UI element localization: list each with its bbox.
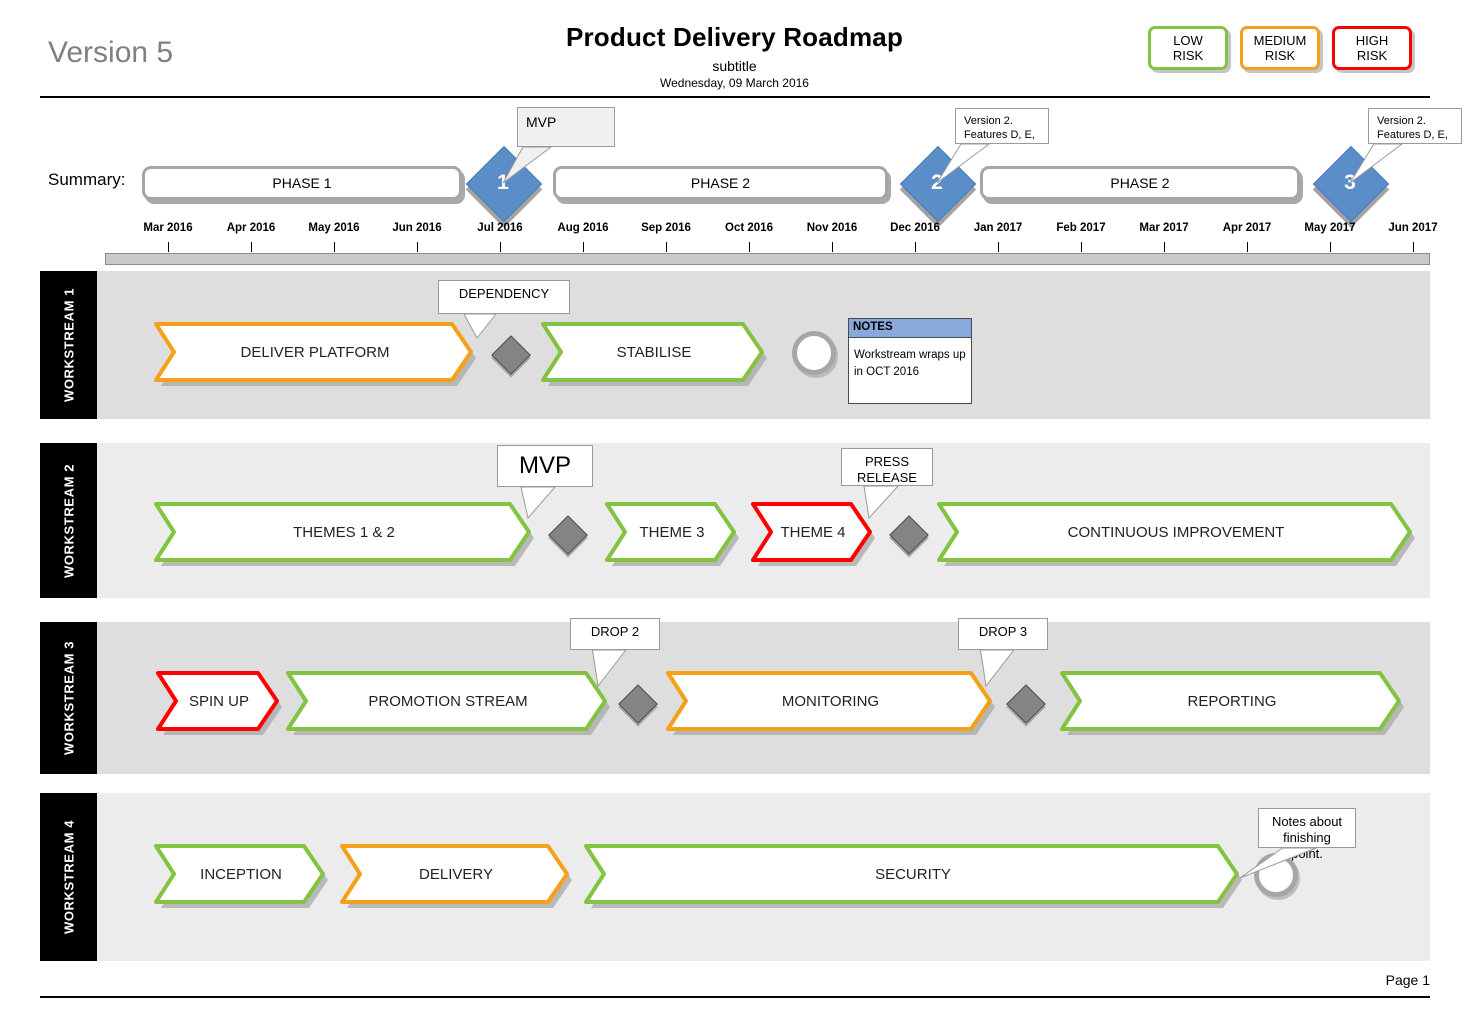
gate-diamond-icon[interactable] [891,517,925,551]
callout-press: PRESSRELEASE [841,448,933,486]
gate-diamond-shape [889,515,929,555]
chevron-shape [158,670,288,740]
chevron-shape [342,843,578,913]
callout-notes-about: Notes aboutfinishing point. [1258,808,1356,848]
callout-dependency: DEPENDENCY [438,280,570,314]
chevron-shape [543,321,773,391]
gate-diamond-shape [491,335,531,375]
chevron-shape [753,501,881,571]
chevron-promotion-stream[interactable]: PROMOTION STREAM [288,670,608,732]
workstream-tab-2[interactable]: WORKSTREAM 2 [40,443,97,598]
callout-drop-3: DROP 3 [958,618,1048,650]
gate-diamond-icon[interactable] [620,686,654,720]
workstream-tab-label: WORKSTREAM 1 [61,288,76,402]
chevron-deliver-platform[interactable]: DELIVER PLATFORM [156,321,474,383]
chevron-themes-1-2[interactable]: THEMES 1 & 2 [156,501,532,563]
chevron-shape [156,501,540,571]
workstream-tab-label: WORKSTREAM 3 [61,641,76,755]
chevron-security[interactable]: SECURITY [586,843,1240,905]
gate-diamond-icon[interactable] [493,337,527,371]
gate-diamond-shape [618,684,658,724]
workstream-tab-label: WORKSTREAM 2 [61,463,76,577]
workstream-row-2: WORKSTREAM 2 THEMES 1 & 2 THEME 3 THEME 4 CO… [40,443,1430,598]
workstreams-container: WORKSTREAM 1DELIVER PLATFORMSTABILISEWOR… [0,0,1469,1023]
chevron-shape [939,501,1421,571]
gate-diamond-icon[interactable] [1008,686,1042,720]
chevron-continuous-improvement[interactable]: CONTINUOUS IMPROVEMENT [939,501,1413,563]
chevron-inception[interactable]: INCEPTION [156,843,326,905]
callout-drop-2: DROP 2 [570,618,660,650]
chevron-stabilise[interactable]: STABILISE [543,321,765,383]
notes-box: NOTES Workstream wraps up in OCT 2016 [848,318,972,404]
gate-diamond-shape [548,515,588,555]
notes-box-body: Workstream wraps up in OCT 2016 [849,341,971,387]
chevron-theme-4[interactable]: THEME 4 [753,501,873,563]
chevron-shape [668,670,1001,740]
chevron-delivery[interactable]: DELIVERY [342,843,570,905]
chevron-theme-3[interactable]: THEME 3 [607,501,737,563]
chevron-shape [586,843,1248,913]
notes-box-title: NOTES [849,319,971,338]
workstream-tab-3[interactable]: WORKSTREAM 3 [40,622,97,774]
workstream-row-3: WORKSTREAM 3 SPIN UPPROMOTION STREAM MONIT… [40,622,1430,774]
chevron-spin-up[interactable]: SPIN UP [158,670,280,732]
workstream-row-4: WORKSTREAM 4 INCEPTION DELIVERY SECURITY [40,793,1430,961]
chevron-shape [607,501,745,571]
workstream-row-1: WORKSTREAM 1 DELIVER PLATFORM STABILISE [40,271,1430,419]
gate-diamond-shape [1006,684,1046,724]
workstream-tab-1[interactable]: WORKSTREAM 1 [40,271,97,419]
chevron-shape [156,321,482,391]
end-circle-marker[interactable] [792,331,836,375]
workstream-tab-4[interactable]: WORKSTREAM 4 [40,793,97,961]
chevron-shape [288,670,616,740]
chevron-shape [1062,670,1410,740]
chevron-monitoring[interactable]: MONITORING [668,670,993,732]
gate-diamond-icon[interactable] [550,517,584,551]
chevron-shape [156,843,334,913]
chevron-reporting[interactable]: REPORTING [1062,670,1402,732]
workstream-tab-label: WORKSTREAM 4 [61,820,76,934]
callout-mvp: MVP [497,445,593,487]
